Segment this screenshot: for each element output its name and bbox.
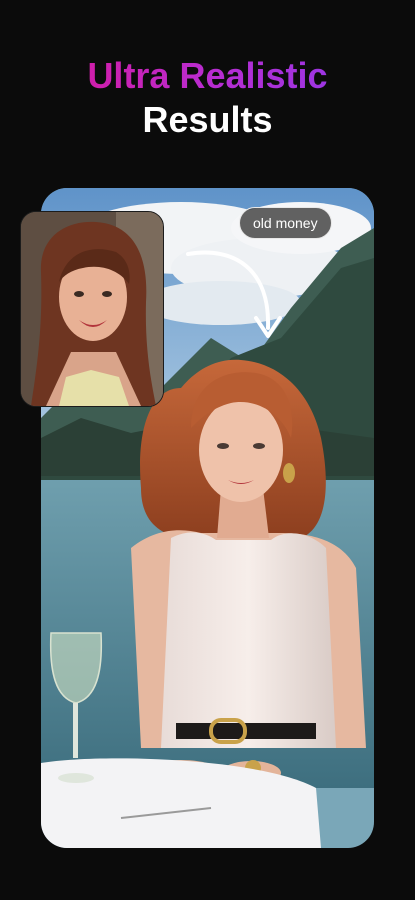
headline-line2: Results — [142, 99, 273, 140]
headline-line1: Ultra Realistic — [0, 56, 415, 96]
input-selfie — [20, 211, 164, 407]
curved-arrow-icon — [186, 250, 282, 338]
style-tag: old money — [239, 207, 332, 239]
selfie-portrait-illustration — [21, 212, 163, 406]
headline: Ultra Realistic Results — [0, 56, 415, 140]
